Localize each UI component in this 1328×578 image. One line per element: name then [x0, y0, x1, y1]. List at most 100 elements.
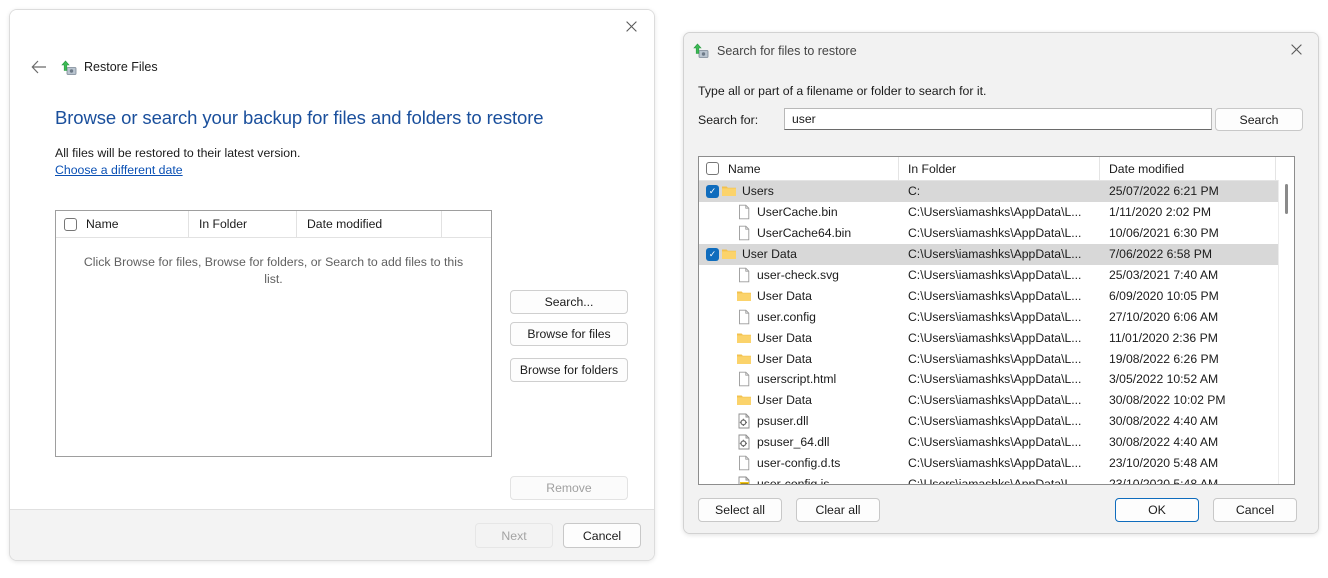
table-row[interactable]: UserCache.bin C:\Users\iamashks\AppData\L… — [699, 202, 1294, 223]
table-row[interactable]: user-config.d.ts C:\Users\iamashks\AppDat… — [699, 453, 1294, 474]
row-name-label: User Data — [757, 288, 812, 303]
column-header-filler — [1276, 157, 1294, 180]
select-all-checkbox[interactable] — [706, 162, 719, 175]
column-header-in-folder-label: In Folder — [199, 217, 248, 231]
row-folder-cell: C:\Users\iamashks\AppData\L... — [908, 247, 1082, 262]
row-folder-cell: C:\Users\iamashks\AppData\L... — [908, 476, 1082, 485]
folder-icon — [736, 330, 752, 346]
row-name-label: Users — [742, 184, 774, 199]
table-row[interactable]: user.config C:\Users\iamashks\AppData\L..… — [699, 306, 1294, 327]
column-header-name[interactable]: Name — [699, 157, 899, 180]
remove-button: Remove — [510, 476, 628, 500]
column-header-date-modified[interactable]: Date modified — [297, 211, 442, 237]
column-header-filler — [442, 211, 491, 237]
row-checkbox[interactable]: ✓ — [706, 247, 721, 261]
search-files-dialog: Search for files to restore Type all or … — [683, 32, 1319, 534]
column-header-date-modified-label: Date modified — [307, 217, 383, 231]
table-row[interactable]: User Data C:\Users\iamashks\AppData\L... 1… — [699, 348, 1294, 369]
restore-files-window: Restore Files Browse or search your back… — [9, 9, 655, 561]
row-folder-cell: C:\Users\iamashks\AppData\L... — [908, 393, 1082, 408]
search-input[interactable] — [784, 108, 1212, 130]
column-header-date-modified-label: Date modified — [1109, 161, 1185, 176]
row-folder-cell: C:\Users\iamashks\AppData\L... — [908, 330, 1082, 345]
browse-for-folders-button[interactable]: Browse for folders — [510, 358, 628, 382]
choose-different-date-link[interactable]: Choose a different date — [55, 163, 183, 177]
table-row[interactable]: User Data C:\Users\iamashks\AppData\L... 1… — [699, 327, 1294, 348]
browse-for-files-button[interactable]: Browse for files — [510, 322, 628, 346]
search-button[interactable]: Search... — [510, 290, 628, 314]
row-folder-cell: C:\Users\iamashks\AppData\L... — [908, 309, 1082, 324]
row-name-label: user-config.js — [757, 476, 830, 485]
row-name-cell: User Data — [699, 288, 899, 304]
script-icon — [736, 476, 752, 484]
clear-all-button[interactable]: Clear all — [796, 498, 880, 522]
search-dialog-titlebar: Search for files to restore — [684, 33, 1318, 68]
restore-subtext: All files will be restored to their late… — [55, 146, 301, 160]
table-row[interactable]: User Data C:\Users\iamashks\AppData\L... 6… — [699, 285, 1294, 306]
close-icon[interactable] — [1274, 33, 1318, 66]
row-name-cell: user-config.js — [699, 476, 899, 485]
search-hint-text: Type all or part of a filename or folder… — [698, 84, 987, 98]
table-row[interactable]: User Data C:\Users\iamashks\AppData\L... 3… — [699, 390, 1294, 411]
row-name-cell: User Data — [699, 351, 899, 367]
next-button: Next — [475, 523, 553, 548]
results-scrollbar[interactable] — [1278, 180, 1294, 484]
row-date-cell: 27/10/2020 6:06 AM — [1109, 309, 1219, 324]
row-name-label: userscript.html — [757, 372, 837, 387]
search-results-header: Name In Folder Date modified — [699, 157, 1294, 181]
row-date-cell: 3/05/2022 10:52 AM — [1109, 372, 1219, 387]
row-folder-cell: C: — [908, 184, 921, 199]
row-folder-cell: C:\Users\iamashks\AppData\L... — [908, 435, 1082, 450]
row-name-label: psuser_64.dll — [757, 435, 830, 450]
select-all-checkbox[interactable] — [64, 217, 77, 231]
row-checkbox[interactable]: ✓ — [706, 184, 721, 198]
table-row[interactable]: user-config.js C:\Users\iamashks\AppData\… — [699, 473, 1294, 485]
column-header-in-folder[interactable]: In Folder — [189, 211, 297, 237]
column-header-in-folder[interactable]: In Folder — [899, 157, 1100, 180]
row-name-cell: psuser.dll — [699, 413, 899, 429]
row-name-label: UserCache.bin — [757, 205, 838, 220]
row-folder-cell: C:\Users\iamashks\AppData\L... — [908, 205, 1082, 220]
search-submit-button[interactable]: Search — [1215, 108, 1303, 131]
row-name-label: psuser.dll — [757, 414, 809, 429]
table-row[interactable]: user-check.svg C:\Users\iamashks\AppData\… — [699, 265, 1294, 286]
row-date-cell: 30/08/2022 4:40 AM — [1109, 414, 1219, 429]
row-name-label: User Data — [757, 330, 812, 345]
column-header-date-modified[interactable]: Date modified — [1100, 157, 1276, 180]
table-row[interactable]: psuser.dll C:\Users\iamashks\AppData\L...… — [699, 411, 1294, 432]
restore-files-icon — [692, 42, 709, 59]
search-dialog-title: Search for files to restore — [717, 43, 857, 58]
close-icon[interactable] — [608, 10, 654, 42]
row-name-cell: user-config.d.ts — [699, 455, 899, 471]
folder-icon — [721, 246, 737, 262]
back-arrow-icon[interactable] — [26, 54, 52, 80]
folder-icon — [721, 183, 737, 199]
row-name-cell: ✓ Users — [699, 183, 899, 199]
restore-files-icon — [60, 59, 77, 76]
row-date-cell: 23/10/2020 5:48 AM — [1109, 456, 1219, 471]
table-row[interactable]: ✓ User Data C:\Users\iamashks\AppData\L...… — [699, 243, 1294, 265]
selected-files-list-header: Name In Folder Date modified — [56, 211, 491, 238]
ok-button[interactable]: OK — [1115, 498, 1199, 522]
screen: Restore Files Browse or search your back… — [0, 0, 1328, 578]
row-name-cell: userscript.html — [699, 371, 899, 387]
file-icon — [736, 309, 752, 325]
row-date-cell: 19/08/2022 6:26 PM — [1109, 351, 1219, 366]
table-row[interactable]: UserCache64.bin C:\Users\iamashks\AppData… — [699, 223, 1294, 244]
folder-icon — [736, 288, 752, 304]
restore-footer: Next Cancel — [10, 509, 654, 560]
dll-icon — [736, 413, 752, 429]
table-row[interactable]: userscript.html C:\Users\iamashks\AppData… — [699, 369, 1294, 390]
column-header-in-folder-label: In Folder — [908, 161, 957, 176]
row-name-label: User Data — [757, 351, 812, 366]
cancel-button[interactable]: Cancel — [563, 523, 641, 548]
selected-files-list: Name In Folder Date modified Click Brows… — [55, 210, 492, 457]
table-row[interactable]: ✓ Users C: 25/07/2022 6:21 PM — [699, 181, 1294, 202]
row-name-cell: user-check.svg — [699, 267, 899, 283]
select-all-button[interactable]: Select all — [698, 498, 782, 522]
column-header-name[interactable]: Name — [56, 211, 189, 237]
row-name-cell: UserCache.bin — [699, 204, 899, 220]
cancel-button[interactable]: Cancel — [1213, 498, 1297, 522]
results-scrollbar-thumb[interactable] — [1285, 184, 1288, 214]
table-row[interactable]: psuser_64.dll C:\Users\iamashks\AppData\L… — [699, 432, 1294, 453]
